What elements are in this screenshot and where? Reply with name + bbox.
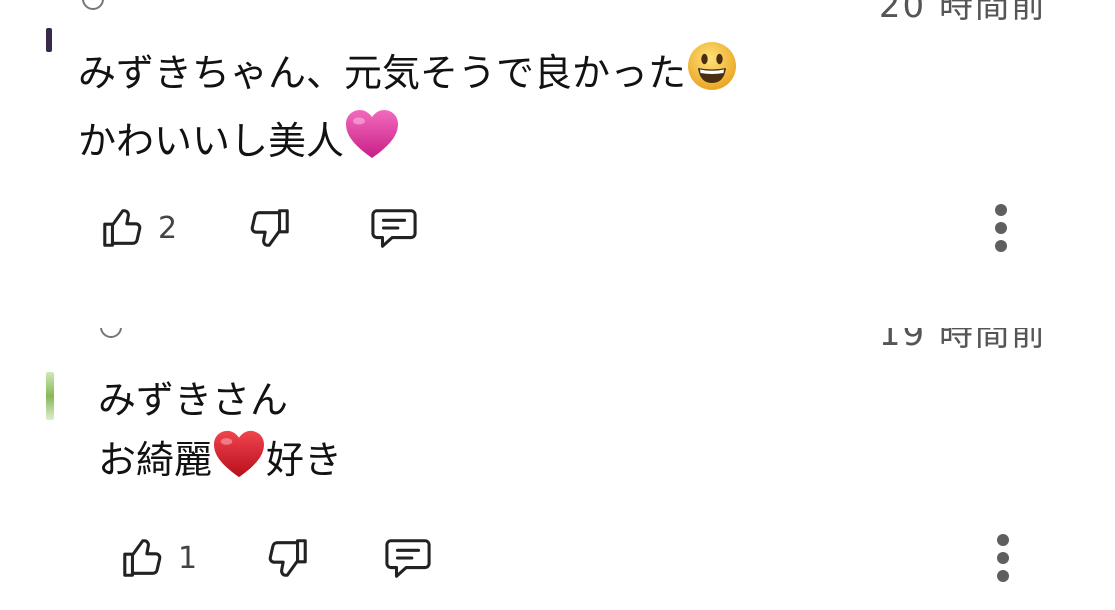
comment-body-line-1: みずきちゃん、元気そうで良かった [78,40,738,108]
reply-icon [383,535,433,581]
smiling-face-emoji-icon [686,40,738,108]
comment-timestamp: 19 時間前 [878,328,1047,348]
dislike-button[interactable] [246,198,292,258]
comment-actions: 1 [0,528,1115,588]
more-vertical-icon [986,198,1016,258]
like-button[interactable]: 2 [100,198,177,258]
avatar[interactable] [46,28,52,52]
comment-text: みずきちゃん、元気そうで良かった [78,51,687,95]
more-vertical-icon [988,528,1018,588]
dislike-button[interactable] [264,528,310,588]
comment-body-line-2: お綺麗 好き [98,429,342,495]
avatar[interactable] [46,372,54,420]
comment-header-cut: 20 時間前 [0,0,1115,20]
comment-text: 好き [266,438,343,482]
comment-2: 19 時間前 みずきさん お綺麗 好き 1 [0,300,1115,610]
comment-text: お綺麗 [98,438,213,482]
thumbs-down-icon [246,205,292,251]
reply-button[interactable] [383,528,433,588]
comment-header-cut: 19 時間前 [0,328,1115,348]
like-count: 1 [178,540,198,576]
comment-body: みずきさん お綺麗 好き [98,372,342,495]
pink-heart-emoji-icon [344,108,400,176]
reply-icon [369,205,419,251]
thumbs-up-icon [100,205,146,251]
like-button[interactable]: 1 [120,528,197,588]
more-options-button[interactable] [986,198,1016,258]
reply-button[interactable] [369,198,419,258]
comment-body-line-2: かわいいし美人 [78,108,738,176]
comment-body: みずきちゃん、元気そうで良かった かわいいし美人 [78,40,738,176]
comment-actions: 2 [0,198,1115,258]
comment-text: みずきさん [98,378,289,422]
comment-1: 20 時間前 みずきちゃん、元気そうで良かった かわいいし美人 2 [0,0,1115,300]
more-options-button[interactable] [988,528,1018,588]
thumbs-up-icon [120,535,166,581]
comment-body-line-1: みずきさん [98,372,342,429]
red-heart-emoji-icon [212,429,266,495]
thumbs-down-icon [264,535,310,581]
author-avatar-edge [82,0,104,10]
like-count: 2 [158,210,178,246]
comment-timestamp: 20 時間前 [878,0,1047,20]
comment-text: かわいいし美人 [78,119,345,163]
author-avatar-edge [100,328,122,338]
